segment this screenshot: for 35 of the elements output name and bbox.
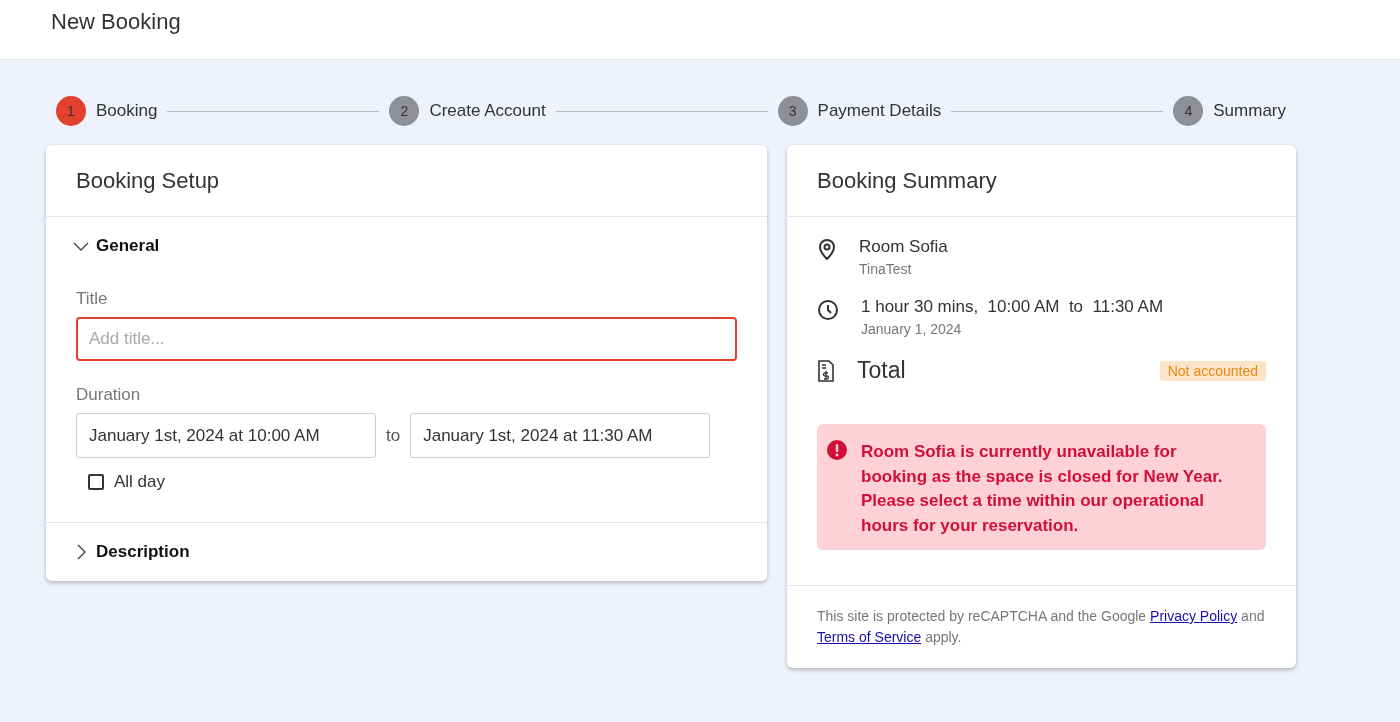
step-number: 3 [777, 96, 808, 126]
clock-icon [817, 299, 839, 321]
field-label: Duration [76, 385, 142, 405]
step-label: Create Account [429, 101, 546, 121]
card-title: Booking Setup [76, 167, 220, 194]
step-number: 4 [1173, 96, 1204, 126]
booking-date: January 1, 2024 [861, 321, 963, 337]
card-title: Booking Summary [817, 167, 997, 194]
end-date-field[interactable]: January 1st, 2024 at 11:30 AM [410, 413, 711, 458]
step-label: Payment Details [817, 101, 942, 121]
section-toggle[interactable]: Description [72, 523, 190, 581]
status-badge: Not accounted [1159, 360, 1266, 381]
section-toggle[interactable]: General [72, 217, 160, 275]
step-label: Summary [1213, 101, 1286, 121]
page-title: New Booking [51, 8, 181, 35]
step-number: 2 [389, 96, 420, 126]
booking-time: 1 hour 30 mins, 10:00 AM to 11:30 AM [861, 297, 1164, 316]
checkbox-label: All day [114, 472, 166, 492]
room-name: Room Sofia [859, 237, 948, 256]
terms-of-service-link[interactable]: Terms of Service [817, 629, 922, 645]
error-icon [827, 440, 847, 460]
title-input-field[interactable]: Add title... [76, 317, 737, 361]
room-subtitle: TinaTest [859, 261, 913, 277]
alert-message: Room Sofia is currently unavailable for booking as the space is closed for New Year. Please select a time within our operational hours for your reservation. [861, 441, 1224, 537]
invoice-icon [817, 359, 835, 382]
map-pin-icon [817, 238, 837, 260]
step-number: 1 [56, 96, 86, 126]
recaptcha-notice: This site is protected by reCAPTCHA and the Google Privacy Policy and Terms of Service apply. [817, 607, 1266, 647]
privacy-policy-link[interactable]: Privacy Policy [1150, 608, 1238, 624]
start-date-field[interactable]: January 1st, 2024 at 10:00 AM [76, 413, 376, 458]
total-label: Total [857, 357, 906, 384]
all-day-checkbox[interactable] [88, 474, 104, 490]
field-label: Title [76, 289, 109, 309]
step-label: Booking [96, 101, 158, 121]
range-separator: to [386, 425, 401, 446]
